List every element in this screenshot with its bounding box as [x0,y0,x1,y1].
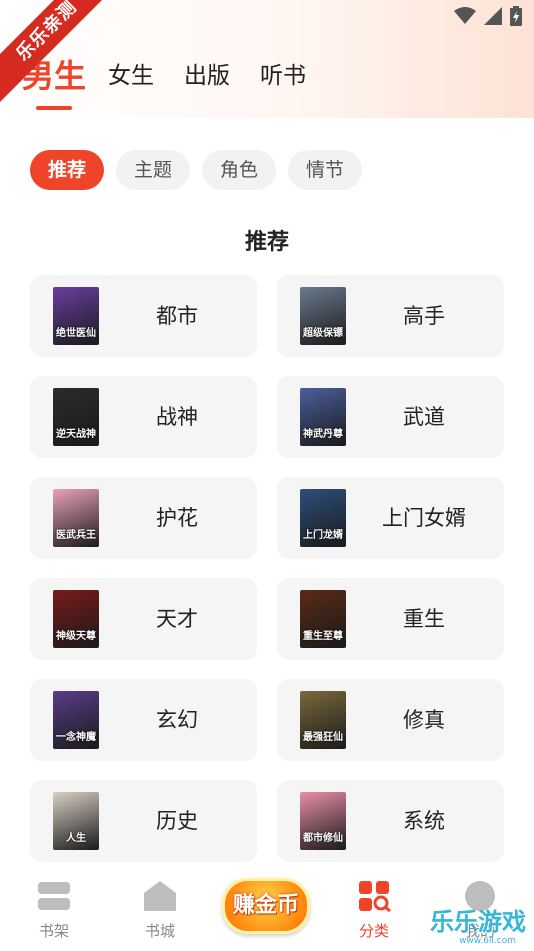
category-card[interactable]: 上门龙婿 上门女婿 [277,477,504,559]
cover-title: 神级天尊 [56,631,96,642]
nav-bookshelf-label: 书架 [38,922,69,940]
bottom-nav: 书架 书城 赚金币 分类 我的 乐乐游戏 www.6ll.com [0,872,534,951]
site-watermark: 乐乐游戏 [430,908,526,936]
book-cover: 人生 [53,792,99,850]
category-label: 都市 [156,304,198,328]
home-icon [144,881,176,911]
signal-icon [484,7,502,25]
cover-title: 人生 [66,833,86,844]
nav-bookstore-label: 书城 [144,922,175,940]
category-label: 战神 [156,405,198,429]
cover-title: 医武兵王 [56,530,96,541]
category-label: 系统 [403,809,445,833]
category-label: 护花 [156,506,198,530]
chip-theme[interactable]: 主题 [116,150,191,190]
nav-category[interactable]: 分类 [334,880,414,941]
gender-tabs: 男生 女生 出版 听书 [22,54,336,98]
cover-title: 神武丹尊 [303,429,343,440]
category-label: 修真 [403,708,445,732]
battery-icon [510,6,522,26]
category-label: 玄幻 [156,708,198,732]
nav-category-label: 分类 [358,922,389,940]
nav-bookstore[interactable]: 书城 [120,880,200,941]
book-cover: 最强狂仙 [300,691,346,749]
cover-title: 都市修仙 [303,833,343,844]
cover-title: 重生至尊 [303,631,343,642]
cover-title: 绝世医仙 [56,328,96,339]
category-card[interactable]: 都市修仙 系统 [277,780,504,862]
tab-publish[interactable]: 出版 [184,54,230,98]
filter-chips: 推荐 主题 角色 情节 [30,150,363,190]
tab-audio[interactable]: 听书 [260,54,306,98]
book-cover: 超级保镖 [300,287,346,345]
category-label: 高手 [403,304,445,328]
earn-coins-label: 赚金币 [232,893,299,918]
category-card[interactable]: 神武丹尊 武道 [277,376,504,458]
bookshelf-icon [38,882,70,910]
tab-female[interactable]: 女生 [108,54,154,98]
category-label: 武道 [403,405,445,429]
category-card[interactable]: 绝世医仙 都市 [30,275,257,357]
category-label: 天才 [156,607,198,631]
category-grid: 绝世医仙 都市 超级保镖 高手 逆天战神 战神 神武丹尊 武道 医武兵王 护花 上门龙婿上… [30,275,504,862]
chip-role[interactable]: 角色 [202,150,277,190]
category-icon [359,881,391,913]
earn-coins-button[interactable]: 赚金币 [222,878,310,934]
category-card[interactable]: 医武兵王 护花 [30,477,257,559]
category-card[interactable]: 神级天尊 天才 [30,578,257,660]
book-cover: 都市修仙 [300,792,346,850]
category-card[interactable]: 重生至尊 重生 [277,578,504,660]
book-cover: 一念神魔 [53,691,99,749]
cover-title: 上门龙婿 [303,530,343,541]
category-label: 上门女婿 [382,506,466,530]
book-cover: 逆天战神 [53,388,99,446]
site-watermark-url: www.6ll.com [459,936,516,946]
book-cover: 绝世医仙 [53,287,99,345]
status-bar [454,6,522,26]
book-cover: 神武丹尊 [300,388,346,446]
category-label: 重生 [403,607,445,631]
section-title: 推荐 [244,230,289,255]
category-card[interactable]: 最强狂仙 修真 [277,679,504,761]
category-label: 历史 [156,809,198,833]
chip-recommend[interactable]: 推荐 [30,150,105,190]
book-cover: 重生至尊 [300,590,346,648]
category-card[interactable]: 一念神魔 玄幻 [30,679,257,761]
wifi-icon [454,7,476,24]
cover-title: 最强狂仙 [303,732,343,743]
category-card[interactable]: 超级保镖 高手 [277,275,504,357]
book-cover: 医武兵王 [53,489,99,547]
cover-title: 一念神魔 [56,732,96,743]
cover-title: 逆天战神 [56,429,96,440]
book-cover: 神级天尊 [53,590,99,648]
book-cover: 上门龙婿 [300,489,346,547]
nav-bookshelf[interactable]: 书架 [14,880,94,941]
category-card[interactable]: 逆天战神 战神 [30,376,257,458]
chip-plot[interactable]: 情节 [288,150,363,190]
cover-title: 超级保镖 [303,328,343,339]
category-card[interactable]: 人生 历史 [30,780,257,862]
